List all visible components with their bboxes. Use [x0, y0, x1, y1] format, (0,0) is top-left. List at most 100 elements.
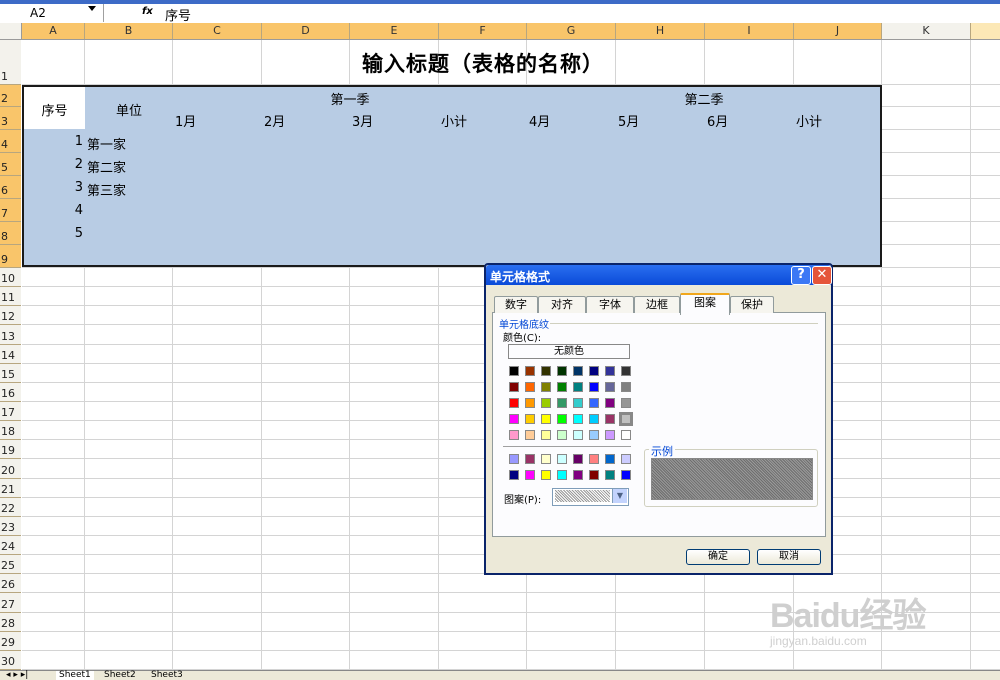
column-header-g[interactable]: G [527, 23, 616, 39]
color-swatch[interactable] [541, 454, 551, 464]
color-swatch[interactable] [541, 398, 551, 408]
color-swatch[interactable] [557, 414, 567, 424]
color-swatch[interactable] [589, 470, 599, 480]
row-header-17[interactable]: 17 [0, 402, 21, 421]
row-header-9[interactable]: 9 [0, 245, 21, 268]
month-header[interactable]: 1月 [175, 111, 196, 130]
row-header-4[interactable]: 4 [0, 130, 21, 153]
unit-cell[interactable]: 第二家 [87, 157, 126, 176]
color-swatch[interactable] [509, 430, 519, 440]
column-header-h[interactable]: H [616, 23, 705, 39]
color-swatch[interactable] [525, 454, 535, 464]
column-header-i[interactable]: I [705, 23, 794, 39]
color-swatch[interactable] [621, 366, 631, 376]
row-header-5[interactable]: 5 [0, 153, 21, 176]
seq-cell[interactable]: 5 [24, 226, 83, 241]
row-header-7[interactable]: 7 [0, 199, 21, 222]
color-swatch[interactable] [573, 414, 583, 424]
month-header[interactable]: 小计 [441, 111, 467, 130]
color-swatch[interactable] [605, 454, 615, 464]
color-swatch[interactable] [525, 470, 535, 480]
color-swatch[interactable] [509, 470, 519, 480]
tab-number[interactable]: 数字 [494, 296, 538, 313]
row-header-18[interactable]: 18 [0, 421, 21, 440]
unit-cell[interactable]: 第三家 [87, 180, 126, 199]
row-header-27[interactable]: 27 [0, 593, 21, 613]
color-swatch[interactable] [621, 430, 631, 440]
dialog-titlebar[interactable]: 单元格格式 [486, 265, 831, 285]
tab-pattern[interactable]: 图案 [680, 293, 730, 315]
column-header-e[interactable]: E [350, 23, 439, 39]
row-header-30[interactable]: 30 [0, 651, 21, 670]
row-header-22[interactable]: 22 [0, 498, 21, 517]
header-seq[interactable]: 序号 [24, 100, 85, 119]
color-swatch[interactable] [509, 414, 519, 424]
column-header-f[interactable]: F [439, 23, 527, 39]
column-header-j[interactable]: J [794, 23, 882, 39]
color-swatch[interactable] [557, 470, 567, 480]
color-swatch[interactable] [589, 430, 599, 440]
color-swatch[interactable] [621, 398, 631, 408]
chevron-down-icon[interactable]: ▼ [612, 489, 627, 503]
row-header-29[interactable]: 29 [0, 632, 21, 651]
header-q2[interactable]: 第二季 [527, 89, 881, 108]
month-header[interactable]: 4月 [529, 111, 550, 130]
column-header-d[interactable]: D [262, 23, 350, 39]
fx-icon[interactable]: fx [142, 6, 153, 17]
color-swatch[interactable] [541, 430, 551, 440]
column-header-a[interactable]: A [22, 23, 85, 39]
color-swatch[interactable] [509, 366, 519, 376]
row-header-3[interactable]: 3 [0, 107, 21, 130]
color-swatch[interactable] [589, 414, 599, 424]
color-swatch[interactable] [605, 470, 615, 480]
header-unit[interactable]: 单位 [85, 100, 173, 119]
row-header-10[interactable]: 10 [0, 268, 21, 287]
row-header-1[interactable]: 1 [0, 40, 21, 85]
color-swatch[interactable] [525, 414, 535, 424]
color-swatch[interactable] [621, 382, 631, 392]
sheet-title[interactable]: 输入标题（表格的名称） [85, 48, 881, 78]
color-swatch[interactable] [509, 454, 519, 464]
no-color-button[interactable]: 无颜色 [508, 344, 630, 359]
row-header-21[interactable]: 21 [0, 479, 21, 498]
color-swatch[interactable] [605, 366, 615, 376]
tab-protection[interactable]: 保护 [730, 296, 774, 313]
row-header-23[interactable]: 23 [0, 517, 21, 536]
row-header-28[interactable]: 28 [0, 613, 21, 632]
help-icon[interactable]: ? [791, 266, 811, 285]
row-header-8[interactable]: 8 [0, 222, 21, 245]
row-header-14[interactable]: 14 [0, 345, 21, 364]
color-swatch[interactable] [557, 454, 567, 464]
header-q1[interactable]: 第一季 [173, 89, 527, 108]
row-header-2[interactable]: 2 [0, 85, 21, 107]
tab-border[interactable]: 边框 [634, 296, 680, 313]
column-header-b[interactable]: B [85, 23, 173, 39]
ok-button[interactable]: 确定 [686, 549, 750, 565]
color-swatch[interactable] [541, 470, 551, 480]
month-header[interactable]: 5月 [618, 111, 639, 130]
color-swatch[interactable] [621, 454, 631, 464]
close-icon[interactable]: ✕ [812, 266, 832, 285]
month-header[interactable]: 小计 [796, 111, 822, 130]
tab-alignment[interactable]: 对齐 [538, 296, 586, 313]
row-header-24[interactable]: 24 [0, 536, 21, 555]
unit-cell[interactable]: 第一家 [87, 134, 126, 153]
color-swatch[interactable] [573, 398, 583, 408]
row-header-12[interactable]: 12 [0, 306, 21, 325]
row-header-26[interactable]: 26 [0, 574, 21, 593]
tab-font[interactable]: 字体 [586, 296, 634, 313]
color-swatch[interactable] [525, 366, 535, 376]
color-swatch[interactable] [573, 470, 583, 480]
color-swatch[interactable] [589, 454, 599, 464]
color-swatch[interactable] [509, 398, 519, 408]
seq-cell[interactable]: 2 [24, 157, 83, 172]
color-swatch[interactable] [541, 414, 551, 424]
color-swatch[interactable] [509, 382, 519, 392]
row-header-20[interactable]: 20 [0, 459, 21, 479]
color-swatch[interactable] [619, 412, 633, 426]
color-swatch[interactable] [573, 430, 583, 440]
row-header-13[interactable]: 13 [0, 325, 21, 345]
color-swatch[interactable] [573, 454, 583, 464]
color-swatch[interactable] [557, 430, 567, 440]
month-header[interactable]: 2月 [264, 111, 285, 130]
